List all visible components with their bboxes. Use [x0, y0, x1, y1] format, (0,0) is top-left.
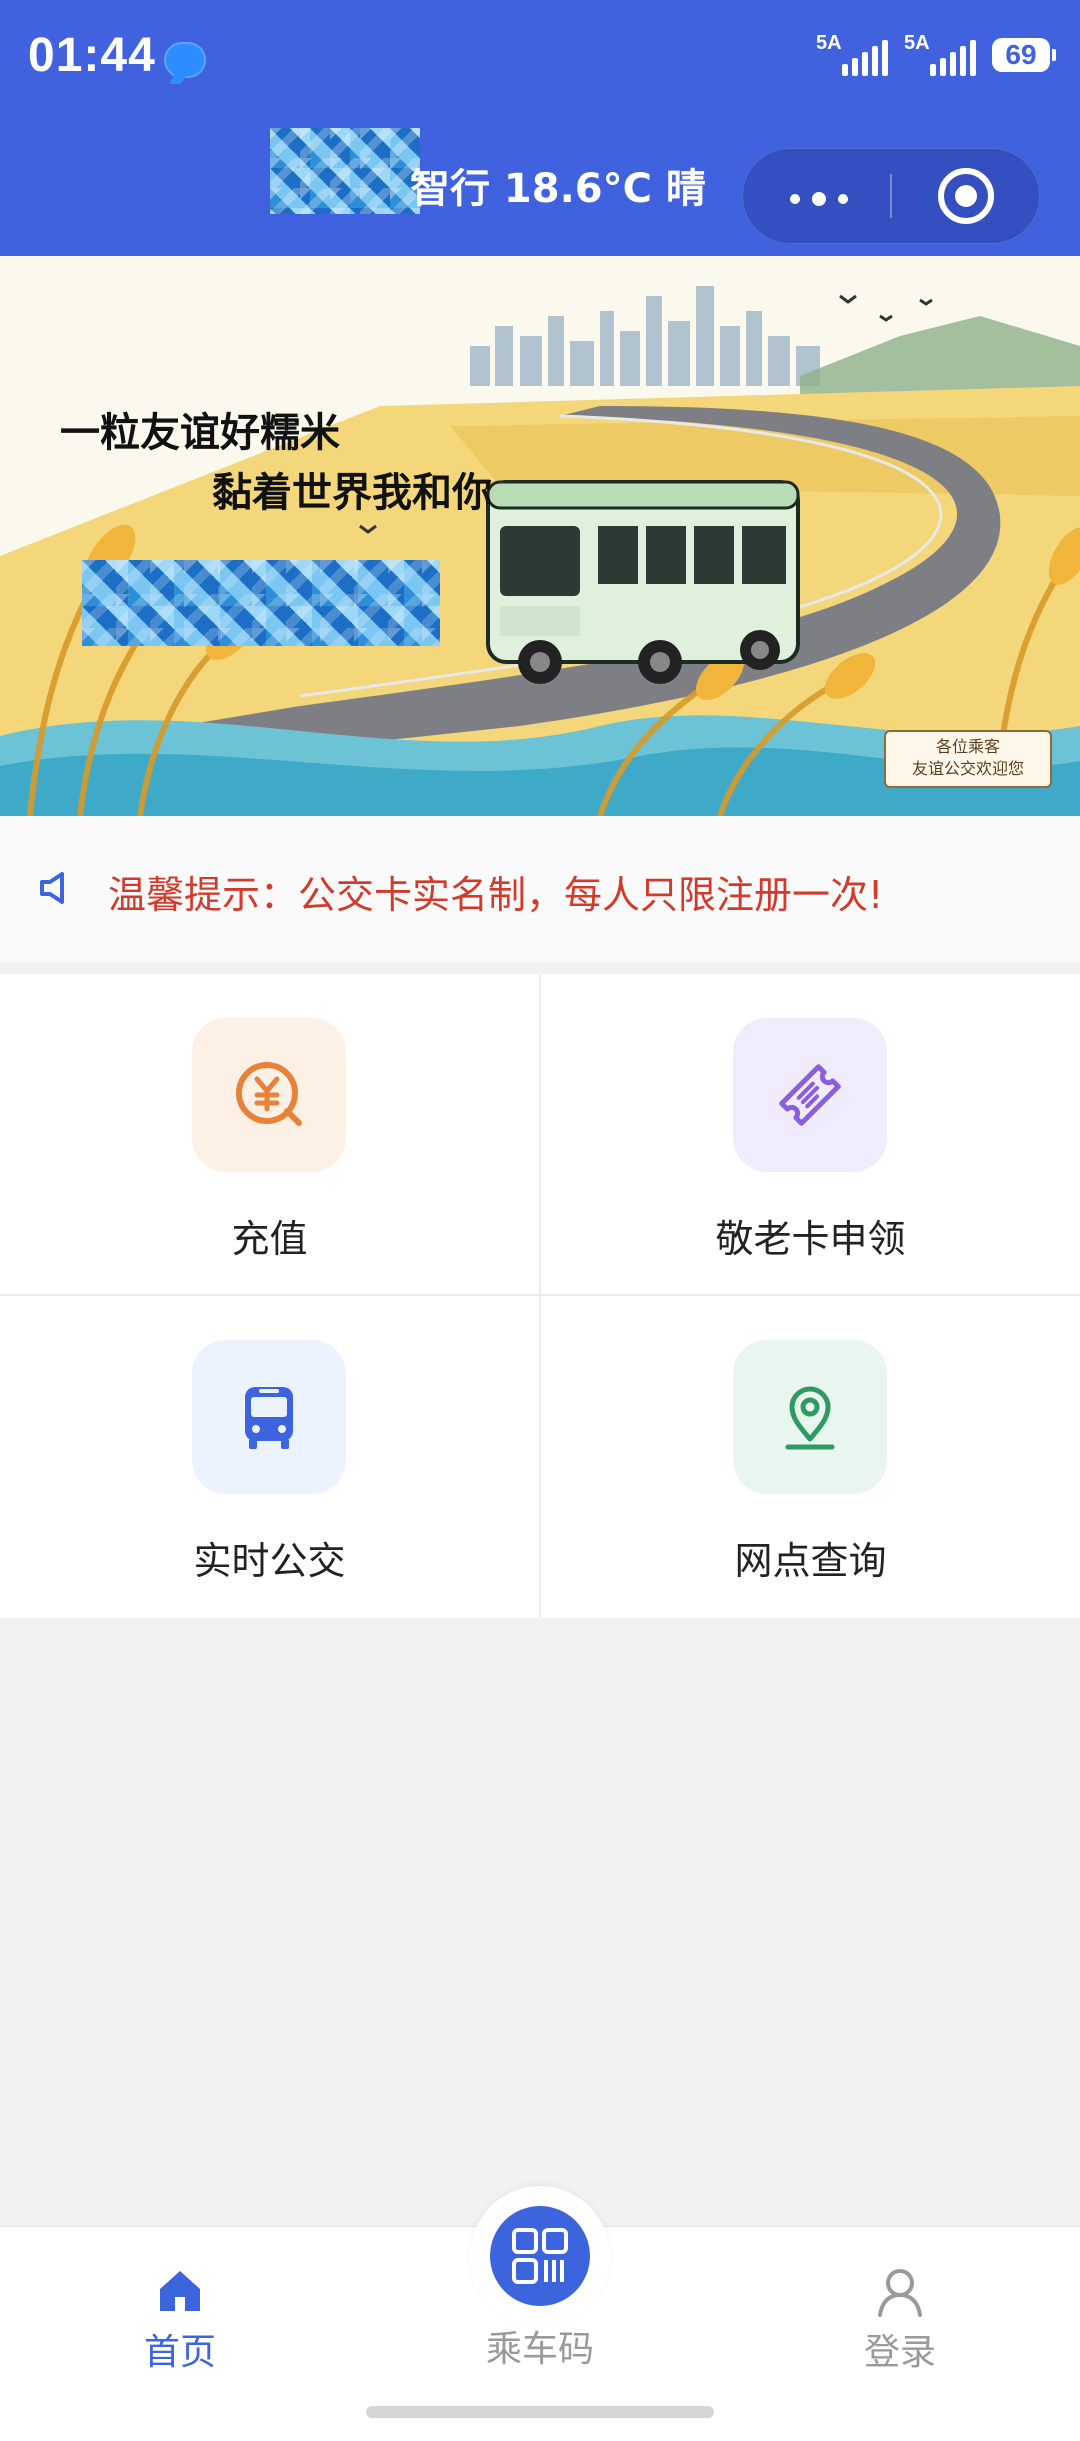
speaker-icon	[40, 872, 64, 904]
banner-slogan-line1: 一粒友谊好糯米	[60, 409, 340, 456]
service-recharge[interactable]: 充值	[0, 974, 539, 1294]
banner-redacted-block	[82, 560, 440, 646]
service-label: 充值	[231, 1217, 308, 1261]
status-indicators: 5A 5A 69	[816, 32, 1056, 76]
home-icon	[160, 2271, 200, 2311]
tab-ride-code-label: 乘车码	[485, 2329, 594, 2370]
user-icon	[878, 2269, 922, 2317]
signal-label: 5A	[816, 32, 842, 54]
tab-login[interactable]: 登录	[800, 2263, 1000, 2375]
miniprogram-capsule[interactable]	[742, 148, 1040, 244]
notice-text: 温馨提示：公交卡实名制，每人只限注册一次!	[108, 873, 884, 917]
signal-icon-2: 5A	[904, 32, 976, 76]
realtime-bus-icon-box	[192, 1340, 346, 1494]
banner-sign-line1: 各位乘客	[935, 737, 1000, 756]
signal-label-2: 5A	[904, 32, 930, 54]
ride-code-button[interactable]	[470, 2186, 610, 2326]
banner-slogan-line2: 黏着世界我和你	[212, 469, 492, 516]
ride-code-button-inner	[490, 2206, 590, 2306]
message-notification-icon	[164, 42, 206, 78]
recharge-icon-box	[192, 1018, 346, 1172]
bus-illustration	[486, 480, 800, 684]
service-label: 敬老卡申领	[715, 1217, 906, 1261]
senior-card-icon-box	[733, 1018, 887, 1172]
tab-home[interactable]: 首页	[80, 2263, 280, 2375]
ticket-icon	[779, 1064, 841, 1126]
more-icon[interactable]	[790, 192, 848, 206]
capsule-divider	[890, 174, 892, 218]
service-outlet-query[interactable]: 网点查询	[541, 1296, 1080, 1616]
service-senior-card[interactable]: 敬老卡申领	[541, 974, 1080, 1294]
service-realtime-bus[interactable]: 实时公交	[0, 1296, 539, 1616]
banner-welcome-sign: 各位乘客 友谊公交欢迎您	[884, 730, 1052, 788]
service-grid: 充值 敬老卡申领 实时公交 网点查询	[0, 974, 1080, 1618]
qr-code-icon	[512, 2228, 568, 2284]
close-miniprogram-icon[interactable]	[938, 168, 994, 224]
status-time: 01:44	[28, 29, 156, 82]
app-header: 01:44 5A 5A 69 智行 18.6°C 晴	[0, 0, 1080, 256]
battery-indicator: 69	[992, 38, 1056, 72]
banner-sign-line2: 友谊公交欢迎您	[911, 759, 1024, 778]
home-indicator[interactable]	[366, 2406, 714, 2418]
notice-bar: 温馨提示：公交卡实名制，每人只限注册一次!	[0, 816, 1080, 962]
page-title: 智行 18.6°C 晴	[410, 166, 706, 212]
title-redacted-block	[270, 128, 420, 214]
signal-icon: 5A	[816, 32, 888, 76]
tab-login-label: 登录	[863, 2332, 936, 2373]
service-label: 网点查询	[734, 1539, 887, 1583]
bus-icon	[245, 1387, 293, 1449]
location-pin-icon	[785, 1386, 835, 1450]
yuan-coin-icon	[236, 1062, 302, 1126]
outlet-query-icon-box	[733, 1340, 887, 1494]
service-label: 实时公交	[193, 1539, 346, 1583]
tab-home-label: 首页	[143, 2332, 216, 2373]
